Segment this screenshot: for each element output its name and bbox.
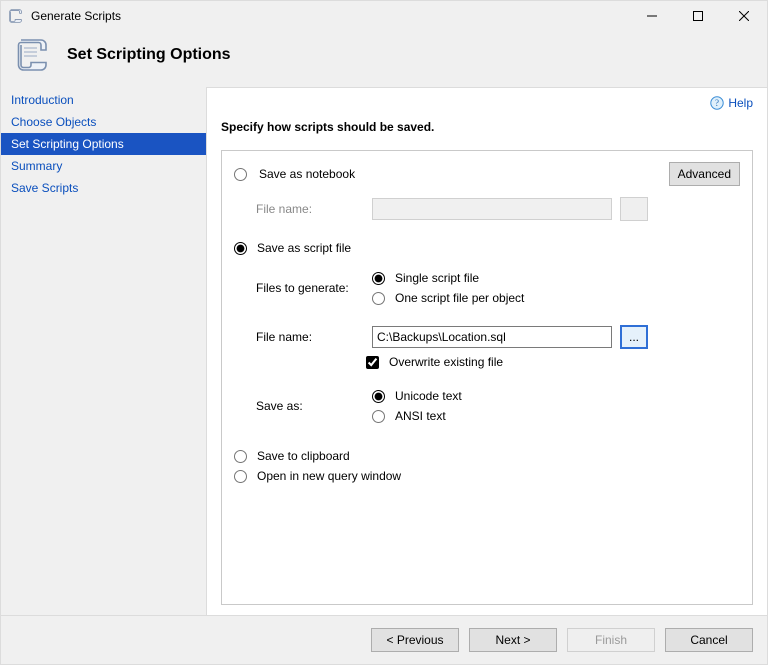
save-to-clipboard-label: Save to clipboard (257, 449, 350, 463)
notebook-filename-row: File name: (234, 197, 740, 221)
save-as-label: Save as: (256, 399, 372, 413)
save-to-clipboard-radio[interactable] (234, 450, 247, 463)
wizard-footer: < Previous Next > Finish Cancel (1, 615, 767, 664)
nav-item-introduction[interactable]: Introduction (1, 89, 206, 111)
next-button[interactable]: Next > (469, 628, 557, 652)
scroll-icon (13, 35, 53, 75)
options-panel: Save as notebook Advanced File name: Sav (221, 150, 753, 605)
save-as-script-file-label: Save as script file (257, 241, 351, 255)
save-as-row: Save as: Unicode text ANSI text (234, 383, 740, 429)
save-as-notebook-label: Save as notebook (259, 167, 355, 181)
open-new-query-label: Open in new query window (257, 469, 401, 483)
per-object-option[interactable]: One script file per object (372, 291, 524, 305)
page-header: Set Scripting Options (1, 31, 767, 87)
finish-button: Finish (567, 628, 655, 652)
titlebar: Generate Scripts (1, 1, 767, 31)
save-to-clipboard-option[interactable]: Save to clipboard (234, 449, 740, 463)
file-name-row: File name: ... (234, 325, 740, 349)
body: Introduction Choose Objects Set Scriptin… (1, 87, 767, 615)
main-panel: ? Help Specify how scripts should be sav… (206, 87, 767, 615)
nav-item-choose-objects[interactable]: Choose Objects (1, 111, 206, 133)
save-as-notebook-radio[interactable] (234, 168, 247, 181)
open-new-query-option[interactable]: Open in new query window (234, 469, 740, 483)
page-title: Set Scripting Options (67, 46, 231, 64)
advanced-button[interactable]: Advanced (669, 162, 740, 186)
cancel-button[interactable]: Cancel (665, 628, 753, 652)
nav-item-summary[interactable]: Summary (1, 155, 206, 177)
single-script-radio[interactable] (372, 272, 385, 285)
unicode-option[interactable]: Unicode text (372, 389, 462, 403)
content: Specify how scripts should be saved. Sav… (207, 116, 767, 615)
open-new-query-radio[interactable] (234, 470, 247, 483)
file-name-input[interactable] (372, 326, 612, 348)
overwrite-checkbox[interactable] (366, 356, 379, 369)
help-icon: ? (710, 96, 724, 110)
instruction-text: Specify how scripts should be saved. (221, 116, 753, 150)
single-script-label: Single script file (395, 271, 479, 285)
unicode-label: Unicode text (395, 389, 462, 403)
per-object-radio[interactable] (372, 292, 385, 305)
per-object-label: One script file per object (395, 291, 524, 305)
notebook-filename-input (372, 198, 612, 220)
maximize-button[interactable] (675, 1, 721, 31)
nav-item-save-scripts[interactable]: Save Scripts (1, 177, 206, 199)
help-link[interactable]: Help (728, 96, 753, 110)
wizard-nav: Introduction Choose Objects Set Scriptin… (1, 87, 206, 615)
nav-item-set-scripting-options[interactable]: Set Scripting Options (1, 133, 206, 155)
save-as-notebook-option[interactable]: Save as notebook (234, 167, 669, 181)
scroll-icon-small (7, 7, 25, 25)
help-row: ? Help (207, 88, 767, 116)
window-title: Generate Scripts (31, 9, 121, 23)
files-to-generate-label: Files to generate: (256, 281, 372, 295)
single-script-option[interactable]: Single script file (372, 271, 524, 285)
overwrite-label: Overwrite existing file (389, 355, 503, 369)
close-button[interactable] (721, 1, 767, 31)
save-as-script-file-option[interactable]: Save as script file (234, 241, 740, 255)
wizard-window: Generate Scripts Set Scripting Options I… (0, 0, 768, 665)
files-to-generate-row: Files to generate: Single script file On… (234, 265, 740, 311)
notebook-browse-button (620, 197, 648, 221)
minimize-button[interactable] (629, 1, 675, 31)
previous-button[interactable]: < Previous (371, 628, 459, 652)
ansi-radio[interactable] (372, 410, 385, 423)
save-as-script-file-radio[interactable] (234, 242, 247, 255)
svg-text:?: ? (715, 98, 719, 108)
file-name-label: File name: (256, 330, 372, 344)
ansi-option[interactable]: ANSI text (372, 409, 462, 423)
ansi-label: ANSI text (395, 409, 446, 423)
file-browse-button[interactable]: ... (620, 325, 648, 349)
overwrite-option[interactable]: Overwrite existing file (366, 355, 740, 369)
unicode-radio[interactable] (372, 390, 385, 403)
notebook-filename-label: File name: (256, 202, 372, 216)
